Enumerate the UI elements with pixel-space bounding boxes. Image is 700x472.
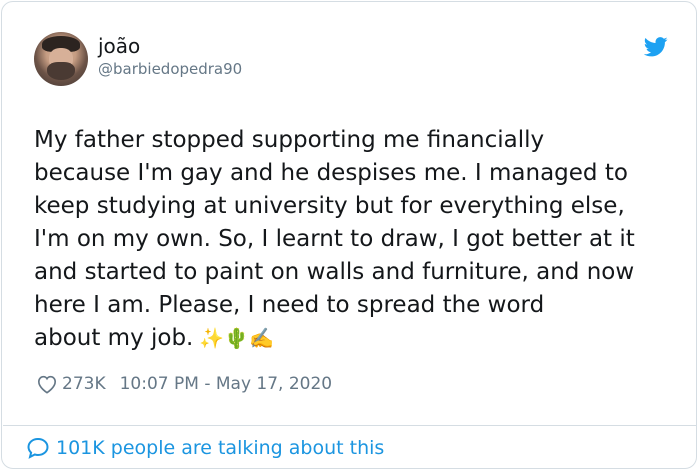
heart-icon[interactable] xyxy=(36,374,58,394)
avatar[interactable] xyxy=(34,32,88,86)
tweet-text: My father stopped supporting me financia… xyxy=(34,124,674,355)
tweet-line: about my job. xyxy=(34,325,194,351)
tweet-line: keep studying at university but for ever… xyxy=(34,193,625,219)
twitter-bird-icon[interactable] xyxy=(644,37,668,57)
author-name[interactable]: joão xyxy=(98,35,140,57)
divider xyxy=(3,425,697,426)
tweet-last-line: about my job. ✨🌵✍️ xyxy=(34,322,674,355)
tweet-meta: 273K 10:07 PM - May 17, 2020 xyxy=(36,373,332,395)
tweet-card[interactable]: joão @barbiedopedra90 My father stopped … xyxy=(1,1,697,469)
tweet-line: and started to paint on walls and furnit… xyxy=(34,259,635,285)
tweet-line: because I'm gay and he despises me. I ma… xyxy=(34,160,628,186)
tweet-line: I'm on my own. So, I learnt to draw, I g… xyxy=(34,226,635,252)
tweet-line: My father stopped supporting me financia… xyxy=(34,127,545,153)
tweet-timestamp[interactable]: 10:07 PM - May 17, 2020 xyxy=(120,373,333,395)
tweet-line: here I am. Please, I need to spread the … xyxy=(34,292,545,318)
like-count[interactable]: 273K xyxy=(62,373,106,395)
speech-bubble-icon xyxy=(27,437,49,459)
emoji-sparkles-cactus-writing: ✨🌵✍️ xyxy=(199,326,275,350)
author-handle[interactable]: @barbiedopedra90 xyxy=(98,60,242,78)
conversation-link[interactable]: 101K people are talking about this xyxy=(26,436,384,460)
conversation-text: 101K people are talking about this xyxy=(56,437,385,459)
